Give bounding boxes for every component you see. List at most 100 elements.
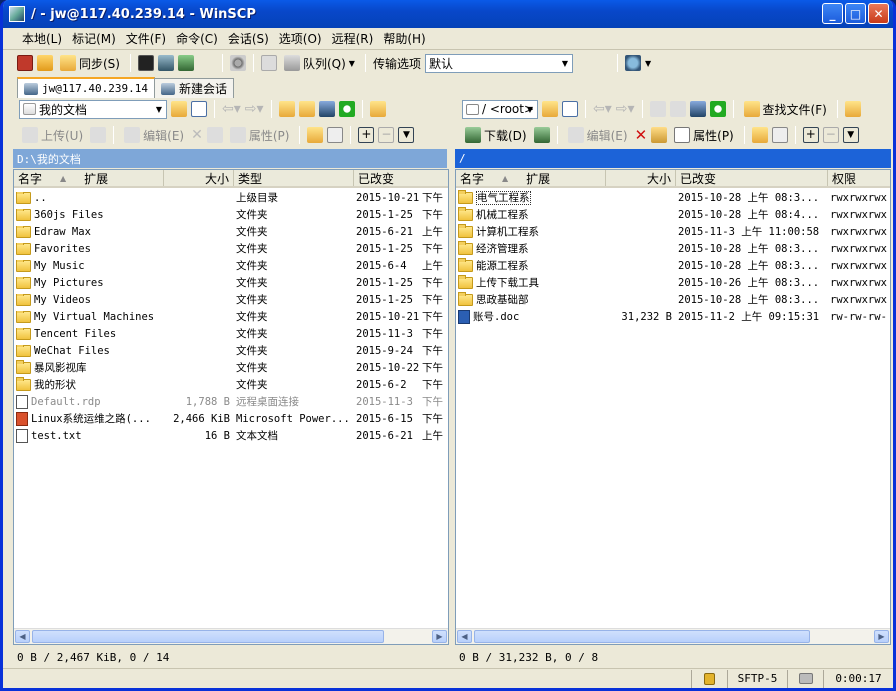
table-row[interactable]: My Videos 文件夹 2015-1-25 下午 (14, 291, 448, 308)
table-row[interactable]: My Music 文件夹 2015-6-4 上午 (14, 257, 448, 274)
upload-button[interactable]: 上传(U) (19, 125, 86, 145)
gear-icon[interactable] (229, 55, 246, 71)
col-rights[interactable]: 权限 (828, 170, 890, 186)
left-edit-button[interactable]: 编辑(E) (121, 125, 187, 145)
home-icon[interactable] (689, 101, 706, 117)
table-row[interactable]: Edraw Max 文件夹 2015-6-21 上午 (14, 223, 448, 240)
scroll-left-arrow[interactable]: ◀ (457, 630, 472, 643)
table-row[interactable]: 机械工程系 2015-10-28 上午 08:4... rwxrwxrwx (456, 206, 890, 223)
table-row[interactable]: 思政基础部 2015-10-28 上午 08:3... rwxrwxrwx (456, 291, 890, 308)
col-size[interactable]: 大小 (606, 170, 676, 186)
right-horizontal-scrollbar[interactable]: ◀ ▶ (456, 628, 890, 644)
back-icon[interactable]: ⇦▾ (222, 101, 241, 117)
menu-files[interactable]: 文件(F) (121, 30, 171, 47)
find-icon[interactable] (369, 101, 386, 117)
chevron-down-icon[interactable]: ▼ (645, 59, 651, 68)
delete-icon[interactable]: ✕ (635, 126, 648, 144)
left-properties-button[interactable]: 属性(P) (227, 125, 293, 145)
forward-icon[interactable]: ⇨▾ (245, 101, 264, 117)
back-icon[interactable]: ⇦▾ (593, 101, 612, 117)
table-row[interactable]: .. 上级目录 2015-10-21 下午 (14, 189, 448, 206)
deselect-icon[interactable]: − (822, 127, 839, 143)
download-queue-icon[interactable] (533, 127, 550, 143)
select-all-icon[interactable]: + (358, 127, 375, 143)
table-row[interactable]: test.txt 16 B 文本文档 2015-6-21 上午 (14, 427, 448, 444)
menu-local[interactable]: 本地(L) (17, 30, 67, 47)
compare-directories-icon[interactable] (17, 55, 33, 71)
forward-icon[interactable]: ⇨▾ (616, 101, 635, 117)
putty-icon[interactable] (157, 55, 174, 71)
download-button[interactable]: 下载(D) (462, 125, 530, 145)
table-row[interactable]: 上传下载工具 2015-10-26 上午 08:3... rwxrwxrwx (456, 274, 890, 291)
new-file-icon[interactable] (327, 127, 344, 143)
table-row[interactable]: 暴风影视库 文件夹 2015-10-22 下午 (14, 359, 448, 376)
sync-button[interactable]: 同步(S) (57, 53, 123, 73)
parent-directory-icon[interactable] (278, 101, 295, 117)
filter-icon[interactable] (562, 101, 578, 117)
scroll-left-arrow[interactable]: ◀ (15, 630, 30, 643)
col-changed[interactable]: 已改变 (354, 170, 448, 186)
table-row[interactable]: 360js Files 文件夹 2015-1-25 下午 (14, 206, 448, 223)
col-size[interactable]: 大小 (164, 170, 234, 186)
table-row[interactable]: 我的形状 文件夹 2015-6-2 下午 (14, 376, 448, 393)
rename-icon[interactable] (206, 127, 223, 143)
filter-icon[interactable] (191, 101, 207, 117)
new-folder-icon[interactable] (751, 127, 768, 143)
table-row[interactable]: Favorites 文件夹 2015-1-25 下午 (14, 240, 448, 257)
col-changed[interactable]: 已改变 (676, 170, 828, 186)
scroll-right-arrow[interactable]: ▶ (874, 630, 889, 643)
right-location-select[interactable]: / <root> ▼ (462, 99, 538, 119)
globe-icon[interactable] (624, 55, 641, 71)
new-file-icon[interactable] (771, 127, 788, 143)
table-row[interactable]: My Virtual Machines 文件夹 2015-10-21 下午 (14, 308, 448, 325)
open-folder-icon[interactable] (542, 101, 558, 117)
find-files-button[interactable]: 查找文件(F) (741, 99, 830, 119)
col-type[interactable]: 类型 (234, 170, 354, 186)
transfer-preset-select[interactable]: 默认 ▼ (424, 53, 573, 73)
refresh-sessions-icon[interactable] (177, 55, 194, 71)
menu-mark[interactable]: 标记(M) (67, 30, 121, 47)
table-row[interactable]: WeChat Files 文件夹 2015-9-24 下午 (14, 342, 448, 359)
left-location-select[interactable]: 我的文档 ▼ (19, 99, 167, 119)
title-bar[interactable]: / - jw@117.40.239.14 - WinSCP _ □ ✕ (3, 0, 893, 28)
queue-button[interactable]: 队列(Q) ▼ (281, 53, 358, 73)
table-row[interactable]: 账号.doc 31,232 B 2015-11-2 上午 09:15:31 rw-rw… (456, 308, 890, 325)
table-row[interactable]: 经济管理系 2015-10-28 上午 08:3... rwxrwxrwx (456, 240, 890, 257)
left-horizontal-scrollbar[interactable]: ◀ ▶ (14, 628, 448, 644)
open-folder-icon[interactable] (171, 101, 187, 117)
tab-new-session[interactable]: 新建会话 (153, 78, 234, 98)
filter-select-icon[interactable]: ▼ (398, 127, 415, 143)
scroll-thumb[interactable] (32, 630, 384, 643)
root-directory-icon[interactable] (669, 101, 686, 117)
console-icon[interactable] (137, 55, 154, 71)
upload-queue-icon[interactable] (90, 127, 107, 143)
tab-session[interactable]: jw@117.40.239.14 (17, 77, 155, 98)
table-row[interactable]: Linux系统运维之路(... 2,466 KiB Microsoft Power.… (14, 410, 448, 427)
menu-session[interactable]: 会话(S) (223, 30, 274, 47)
table-row[interactable]: Tencent Files 文件夹 2015-11-3 下午 (14, 325, 448, 342)
queue-clipboard-icon[interactable] (260, 55, 277, 71)
refresh-icon[interactable] (709, 101, 726, 117)
close-button[interactable]: ✕ (868, 3, 889, 24)
table-row[interactable]: Default.rdp 1,788 B 远程桌面连接 2015-11-3 下午 (14, 393, 448, 410)
scroll-thumb[interactable] (474, 630, 810, 643)
parent-directory-icon[interactable] (649, 101, 666, 117)
table-row[interactable]: 能源工程系 2015-10-28 上午 08:3... rwxrwxrwx (456, 257, 890, 274)
table-row[interactable]: 电气工程系 2015-10-28 上午 08:3... rwxrwxrwx (456, 189, 890, 206)
right-properties-button[interactable]: 属性(P) (671, 125, 737, 145)
root-directory-icon[interactable] (298, 101, 315, 117)
menu-remote[interactable]: 远程(R) (327, 30, 379, 47)
select-all-icon[interactable]: + (802, 127, 819, 143)
scroll-right-arrow[interactable]: ▶ (432, 630, 447, 643)
new-folder-icon[interactable] (307, 127, 324, 143)
minimize-button[interactable]: _ (822, 3, 843, 24)
menu-help[interactable]: 帮助(H) (378, 30, 430, 47)
table-row[interactable]: 计算机工程系 2015-11-3 上午 11:00:58 rwxrwxrwx (456, 223, 890, 240)
right-edit-button[interactable]: 编辑(E) (565, 125, 631, 145)
filter-select-icon[interactable]: ▼ (842, 127, 859, 143)
deselect-icon[interactable]: − (378, 127, 395, 143)
menu-options[interactable]: 选项(O) (274, 30, 327, 47)
table-row[interactable]: My Pictures 文件夹 2015-1-25 下午 (14, 274, 448, 291)
col-name[interactable]: 名字 ▲ 扩展 (456, 170, 606, 186)
refresh-icon[interactable] (338, 101, 355, 117)
